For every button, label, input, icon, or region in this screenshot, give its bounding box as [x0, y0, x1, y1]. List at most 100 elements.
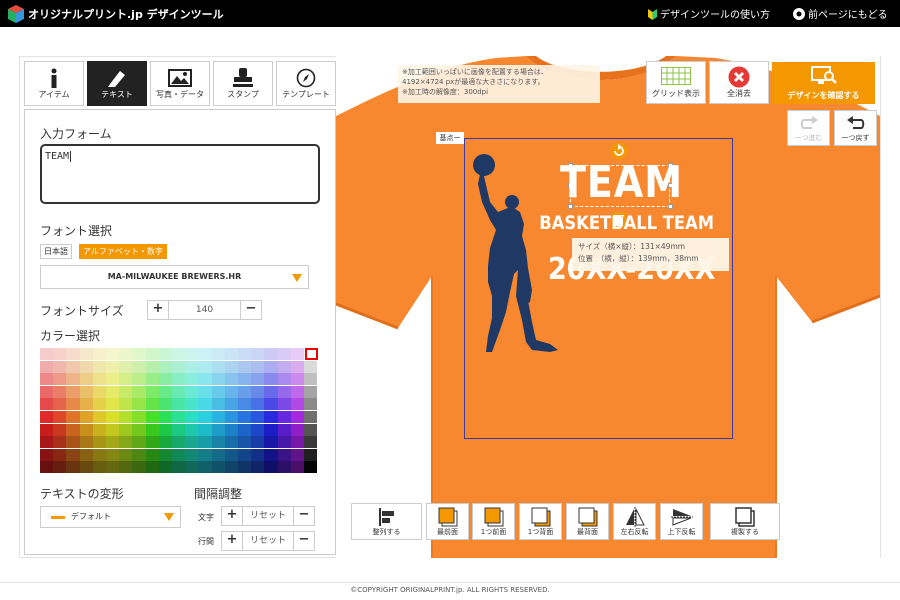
color-swatch[interactable]: [40, 436, 54, 449]
color-swatch[interactable]: [290, 348, 304, 360]
color-swatch[interactable]: [277, 360, 291, 373]
font-dropdown[interactable]: MA-MILWAUKEE BREWERS.HR: [40, 265, 309, 289]
color-swatch[interactable]: [304, 360, 318, 373]
color-swatch[interactable]: [40, 385, 54, 398]
color-swatch[interactable]: [66, 348, 80, 360]
color-swatch[interactable]: [119, 423, 133, 436]
color-swatch[interactable]: [290, 461, 304, 474]
duplicate-button[interactable]: 複製する: [710, 503, 780, 540]
color-swatch[interactable]: [79, 398, 93, 411]
color-swatch[interactable]: [277, 385, 291, 398]
color-swatch[interactable]: [251, 348, 265, 360]
color-swatch[interactable]: [238, 423, 252, 436]
color-swatch[interactable]: [264, 385, 278, 398]
color-swatch[interactable]: [264, 360, 278, 373]
color-swatch[interactable]: [238, 348, 252, 360]
color-swatch[interactable]: [224, 436, 238, 449]
color-swatch[interactable]: [198, 411, 212, 423]
color-swatch[interactable]: [92, 411, 106, 423]
color-swatch[interactable]: [277, 348, 291, 360]
color-swatch[interactable]: [185, 360, 199, 373]
color-swatch[interactable]: [238, 411, 252, 423]
color-swatch[interactable]: [106, 373, 120, 386]
color-swatch[interactable]: [79, 373, 93, 386]
color-swatch[interactable]: [264, 411, 278, 423]
color-swatch[interactable]: [145, 448, 159, 461]
color-swatch[interactable]: [224, 373, 238, 386]
color-swatch[interactable]: [251, 360, 265, 373]
font-size-plus-button[interactable]: +: [148, 301, 168, 319]
color-swatch[interactable]: [158, 348, 172, 360]
color-swatch[interactable]: [92, 436, 106, 449]
color-swatch[interactable]: [53, 461, 67, 474]
color-swatch[interactable]: [185, 436, 199, 449]
color-swatch[interactable]: [106, 461, 120, 474]
color-swatch[interactable]: [119, 348, 133, 360]
color-swatch[interactable]: [304, 411, 318, 423]
color-swatch[interactable]: [158, 461, 172, 474]
color-swatch[interactable]: [172, 348, 186, 360]
color-swatch[interactable]: [145, 436, 159, 449]
color-swatch[interactable]: [172, 423, 186, 436]
color-swatch[interactable]: [251, 373, 265, 386]
color-swatch[interactable]: [198, 436, 212, 449]
color-swatch[interactable]: [211, 373, 225, 386]
color-swatch[interactable]: [145, 461, 159, 474]
color-swatch[interactable]: [211, 436, 225, 449]
color-swatch[interactable]: [53, 411, 67, 423]
color-swatch[interactable]: [211, 360, 225, 373]
color-swatch[interactable]: [158, 398, 172, 411]
color-swatch[interactable]: [264, 448, 278, 461]
color-swatch[interactable]: [66, 423, 80, 436]
color-swatch[interactable]: [277, 398, 291, 411]
font-tab-alphanumeric[interactable]: アルファベット・数字: [79, 244, 167, 259]
redo-button[interactable]: 一つ進む: [787, 110, 830, 146]
color-swatch[interactable]: [198, 348, 212, 360]
color-swatch[interactable]: [40, 360, 54, 373]
color-swatch[interactable]: [198, 385, 212, 398]
color-swatch[interactable]: [66, 398, 80, 411]
color-swatch[interactable]: [145, 385, 159, 398]
color-swatch[interactable]: [40, 373, 54, 386]
line-spacing-plus-button[interactable]: +: [222, 532, 242, 550]
char-spacing-reset-button[interactable]: リセット: [242, 507, 294, 525]
color-swatch[interactable]: [211, 398, 225, 411]
text-transform-dropdown[interactable]: デフォルト: [40, 506, 181, 528]
flip-horizontal-button[interactable]: 左右反転: [613, 503, 656, 540]
color-swatch[interactable]: [40, 398, 54, 411]
color-swatch[interactable]: [40, 423, 54, 436]
undo-button[interactable]: 一つ戻す: [834, 110, 877, 146]
color-swatch[interactable]: [40, 348, 54, 360]
color-swatch[interactable]: [211, 461, 225, 474]
color-swatch[interactable]: [145, 423, 159, 436]
color-swatch[interactable]: [185, 411, 199, 423]
color-swatch[interactable]: [106, 423, 120, 436]
color-swatch[interactable]: [290, 423, 304, 436]
color-swatch[interactable]: [172, 461, 186, 474]
color-swatch[interactable]: [211, 385, 225, 398]
color-swatch[interactable]: [172, 436, 186, 449]
clear-all-button[interactable]: 全消去: [709, 61, 769, 104]
color-swatch[interactable]: [66, 360, 80, 373]
color-swatch[interactable]: [119, 360, 133, 373]
line-spacing-minus-button[interactable]: −: [294, 532, 314, 550]
color-swatch[interactable]: [145, 411, 159, 423]
color-swatch[interactable]: [53, 448, 67, 461]
color-swatch[interactable]: [304, 423, 318, 436]
selected-color-white[interactable]: [305, 348, 318, 360]
color-swatch[interactable]: [145, 373, 159, 386]
color-swatch[interactable]: [290, 373, 304, 386]
color-swatch[interactable]: [132, 448, 146, 461]
color-swatch[interactable]: [224, 411, 238, 423]
color-swatch[interactable]: [264, 398, 278, 411]
color-swatch[interactable]: [238, 448, 252, 461]
color-swatch[interactable]: [132, 373, 146, 386]
color-swatch[interactable]: [92, 360, 106, 373]
color-swatch[interactable]: [53, 360, 67, 373]
color-swatch[interactable]: [290, 448, 304, 461]
color-swatch[interactable]: [251, 423, 265, 436]
color-swatch[interactable]: [158, 373, 172, 386]
bring-forward-button[interactable]: 1つ前面: [472, 503, 515, 540]
color-swatch[interactable]: [92, 348, 106, 360]
color-swatch[interactable]: [185, 348, 199, 360]
